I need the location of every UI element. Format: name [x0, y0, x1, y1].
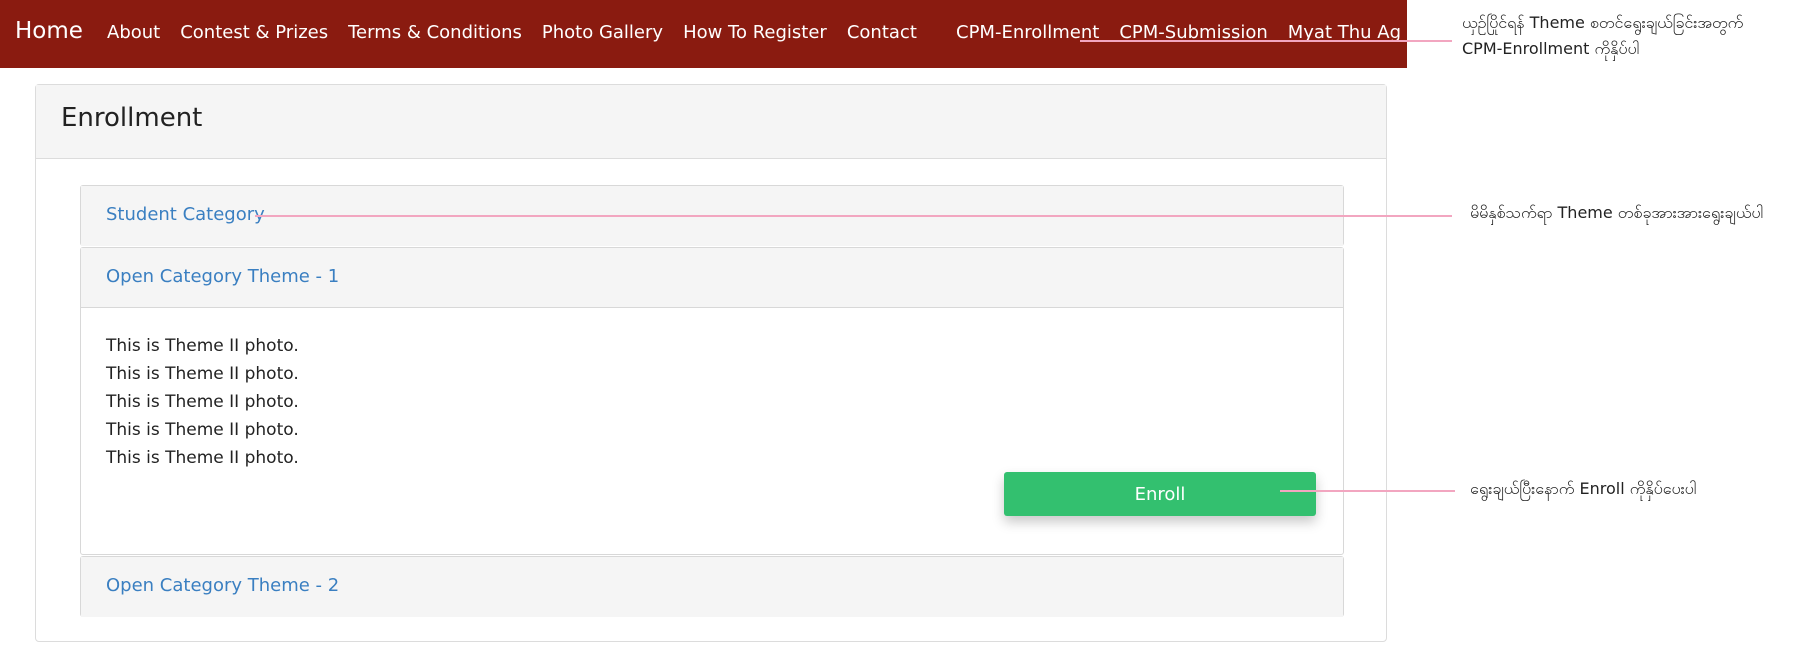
page-title: Enrollment [61, 103, 203, 133]
callout-line-enroll [1280, 490, 1455, 492]
theme-line: This is Theme II photo. [106, 364, 299, 384]
note-click-enroll: ရွေးချယ်ပြီးနောက် Enroll ကိုနှိပ်ပေးပါ [1470, 479, 1697, 498]
note-cpm-enrollment: ယှဉ်ပြိုင်ရန် Theme စတင်ရွေးချယ်ခြင်းအတွ… [1462, 10, 1743, 62]
theme-line: This is Theme II photo. [106, 448, 299, 468]
theme-line: This is Theme II photo. [106, 336, 299, 356]
nav-gallery-link[interactable]: Photo Gallery [542, 22, 663, 43]
student-category-link[interactable]: Student Category [106, 204, 265, 225]
panel-heading-theme-2[interactable]: Open Category Theme - 2 [81, 557, 1343, 617]
panel-heading-theme-1[interactable]: Open Category Theme - 1 [81, 248, 1343, 308]
theme-2-link[interactable]: Open Category Theme - 2 [106, 575, 339, 596]
caret-down-icon [1409, 30, 1422, 36]
theme-line: This is Theme II photo. [106, 420, 299, 440]
nav-cpm-enrollment-link[interactable]: CPM-Enrollment [956, 22, 1099, 43]
theme-line: This is Theme II photo. [106, 392, 299, 412]
theme-1-link[interactable]: Open Category Theme - 1 [106, 266, 339, 287]
note-line: ယှဉ်ပြိုင်ရန် Theme စတင်ရွေးချယ်ခြင်းအတွ… [1462, 13, 1744, 32]
nav-about-link[interactable]: About [107, 22, 160, 43]
nav-contact-link[interactable]: Contact [847, 22, 917, 43]
note-line: CPM-Enrollment ကိုနှိပ်ပါ [1462, 39, 1640, 58]
theme-1-description: This is Theme II photo. This is Theme II… [106, 332, 299, 472]
callout-line-enrollment [1080, 40, 1452, 42]
nav-contest-link[interactable]: Contest & Prizes [180, 22, 328, 43]
callout-line-theme [255, 215, 1452, 217]
nav-register-link[interactable]: How To Register [683, 22, 827, 43]
nav-home-link[interactable]: Home [15, 18, 83, 44]
nav-left-links: About Contest & Prizes Terms & Condition… [107, 22, 917, 43]
enroll-button[interactable]: Enroll [1004, 472, 1316, 516]
note-select-theme: မိမိနှစ်သက်ရာ Theme တစ်ခုအားအားရွေးချယ်ပ… [1470, 203, 1764, 222]
panel-theme-1: Open Category Theme - 1 This is Theme II… [80, 247, 1344, 555]
card-header: Enrollment [36, 85, 1386, 159]
nav-terms-link[interactable]: Terms & Conditions [348, 22, 522, 43]
panel-theme-2: Open Category Theme - 2 [80, 556, 1344, 617]
top-navbar: Home About Contest & Prizes Terms & Cond… [0, 0, 1422, 68]
